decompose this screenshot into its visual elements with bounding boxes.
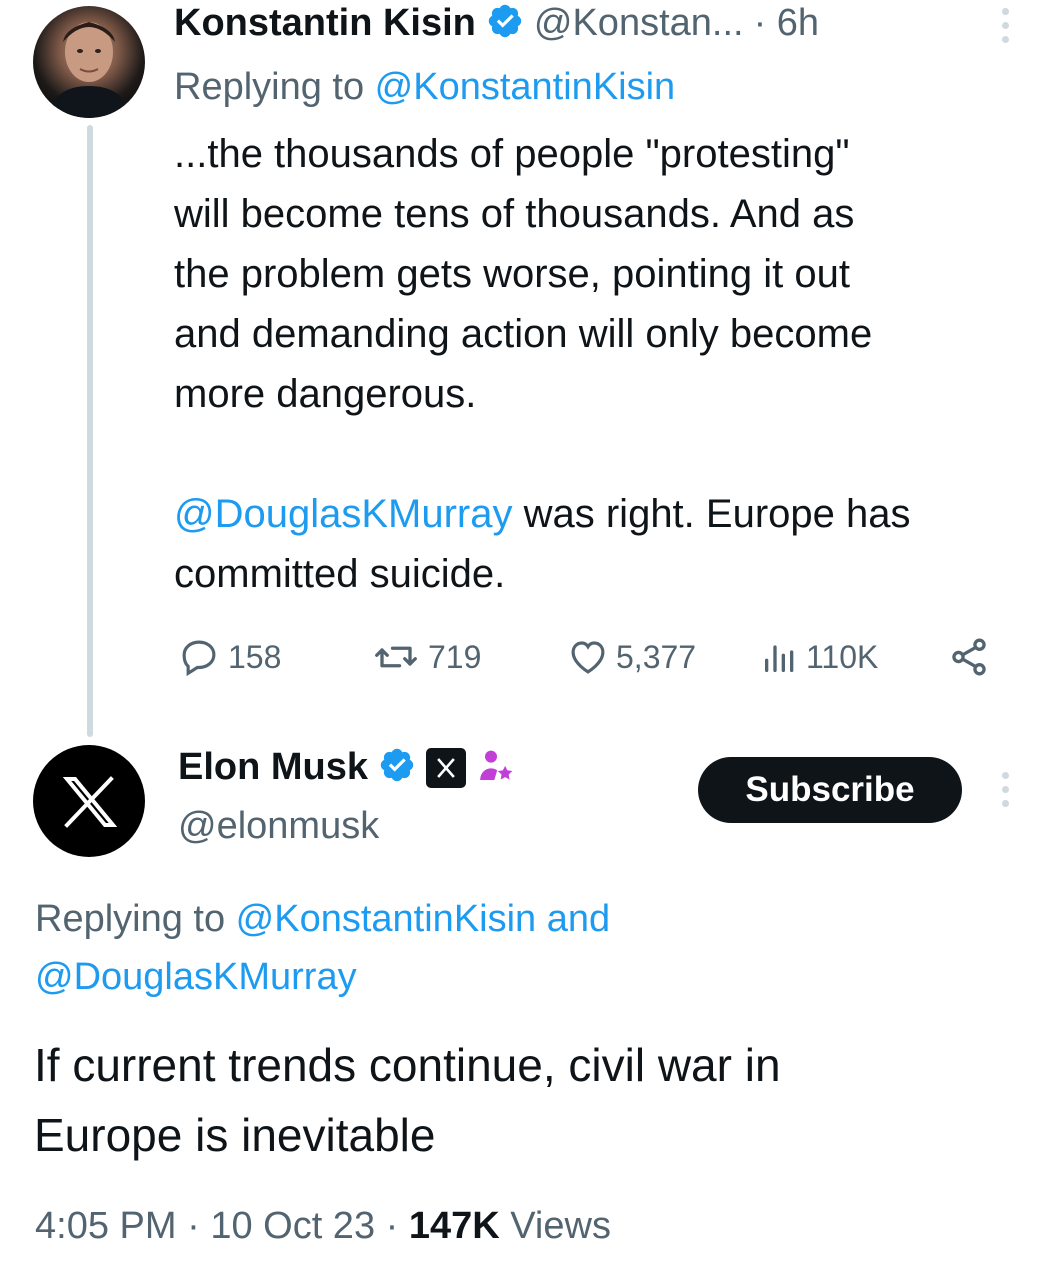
more-icon[interactable] (1002, 8, 1010, 43)
views-button[interactable]: 110K (760, 636, 878, 678)
replying-to: Replying to @KonstantinKisin and @Dougla… (35, 890, 610, 1006)
repost-button[interactable]: 719 (370, 636, 481, 678)
tweet-date[interactable]: 10 Oct 23 (210, 1205, 375, 1247)
tweet-text-line: will become tens of thousands. And as (174, 192, 855, 236)
views-label: Views (510, 1205, 611, 1247)
tweet-text: ...the thousands of people "protesting" … (174, 124, 1034, 604)
repost-icon (375, 646, 417, 668)
x-logo-icon (62, 776, 118, 828)
views-count: 110K (806, 638, 879, 675)
tweet-text-line: @DouglasKMurray was right. Europe has (174, 484, 1034, 544)
tweet2-header: Elon Musk (178, 745, 516, 790)
separator: · (385, 1205, 399, 1247)
reply-button[interactable]: 158 (176, 636, 281, 678)
more-icon[interactable] (1002, 772, 1010, 807)
replying-to: Replying to @KonstantinKisin (174, 66, 675, 109)
tweet-text-line: ...the thousands of people "protesting" (174, 132, 850, 176)
replying-prefix: Replying to (35, 898, 236, 940)
tweet1-header: Konstantin Kisin @Konstan... · 6h (174, 2, 819, 45)
share-button[interactable] (946, 636, 992, 683)
author-name[interactable]: Elon Musk (178, 746, 368, 789)
tweet-text-line: Europe is inevitable (34, 1109, 436, 1161)
views-icon (765, 645, 794, 672)
replying-handle-link[interactable]: @KonstantinKisin and (236, 898, 610, 940)
tweet-text: If current trends continue, civil war in… (34, 1030, 781, 1170)
avatar[interactable] (33, 6, 145, 118)
reply-count: 158 (228, 638, 282, 675)
avatar[interactable] (33, 745, 145, 857)
thread-connector-line (87, 125, 93, 737)
x-affiliate-badge-icon[interactable] (426, 747, 467, 788)
replying-handle-link[interactable]: @KonstantinKisin (375, 66, 676, 108)
tweet-meta: 4:05 PM · 10 Oct 23 · 147K Views (35, 1205, 611, 1248)
tweet-time[interactable]: · 6h (754, 2, 819, 45)
tweet-time[interactable]: 4:05 PM (35, 1205, 177, 1247)
replying-line: Replying to @KonstantinKisin and (35, 890, 610, 948)
replying-prefix: Replying to (174, 66, 375, 108)
like-count: 5,377 (616, 638, 697, 675)
subscribe-button[interactable]: Subscribe (698, 757, 962, 823)
reply-icon (182, 640, 216, 677)
views-count: 147K (408, 1205, 500, 1247)
tweet-text-line: committed suicide. (174, 552, 506, 596)
separator: · (187, 1205, 200, 1247)
author-handle[interactable]: @Konstan... (534, 2, 744, 45)
avatar-face-icon (47, 22, 131, 118)
author-name[interactable]: Konstantin Kisin (174, 2, 476, 45)
mention-link[interactable]: @DouglasKMurray (174, 492, 513, 536)
replying-handle-link[interactable]: @DouglasKMurray (35, 948, 610, 1006)
verified-icon (378, 746, 416, 789)
team-star-icon (476, 745, 516, 790)
like-icon (571, 641, 605, 674)
repost-count: 719 (428, 638, 482, 675)
verified-icon (486, 2, 524, 45)
tweet-text-line: If current trends continue, civil war in (34, 1039, 781, 1091)
tweet-text-segment: was right. Europe has (512, 492, 911, 536)
author-handle[interactable]: @elonmusk (178, 805, 379, 848)
tweet-text-line: and demanding action will only become (174, 312, 873, 356)
like-button[interactable]: 5,377 (566, 636, 696, 678)
share-icon (952, 638, 986, 676)
tweet-text-line: the problem gets worse, pointing it out (174, 252, 850, 296)
tweet-text-line: more dangerous. (174, 372, 477, 416)
